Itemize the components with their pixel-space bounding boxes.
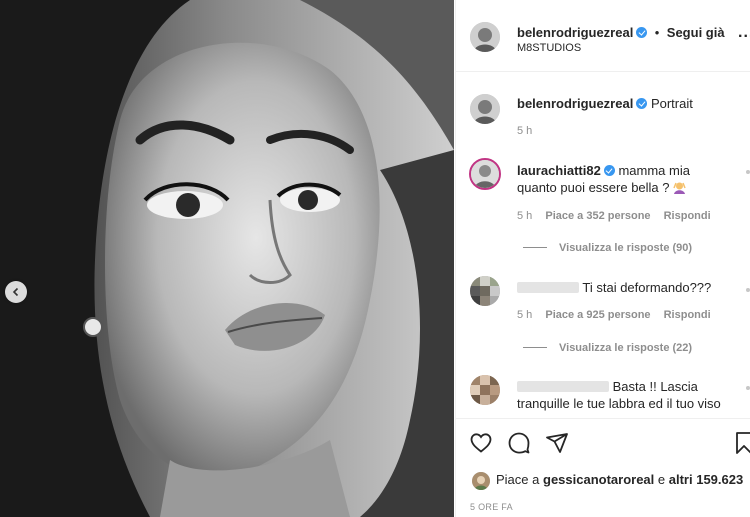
comment-body: Basta !! Lascia tranquille le tue labbra… [517,378,742,412]
view-replies-button[interactable]: Visualizza le risposte (90) [523,242,692,254]
post-photo[interactable] [0,0,454,517]
comment-body: Ti stai deformando??? [517,279,737,296]
comment-meta: 5 h Piace a 352 persone Rispondi [517,210,721,222]
post-side-panel: belenrodriguezreal • Segui già M8STUDIOS… [455,0,750,517]
like-button[interactable] [469,431,493,460]
separator-dot: • [654,25,660,40]
reply-button[interactable]: Rispondi [664,309,711,321]
post-actions-bar [456,418,750,468]
comment-avatar[interactable] [470,276,500,306]
likes-summary: Piace a gessicanotaroreal e altri 159.62… [496,472,743,487]
portrait-image [0,0,454,517]
comment-text: Ti stai deformando??? [582,280,712,295]
comment-likes[interactable]: Piace a 352 persone [545,210,650,222]
comment-time: 5 h [517,210,533,222]
comment-text-line2: quanto puoi essere bella ? [517,180,670,195]
likes-prefix: Piace a [496,472,540,487]
liker-avatar[interactable] [472,472,490,490]
likes-connector: e [657,472,666,487]
comment-button[interactable] [507,431,531,460]
likes-others-count[interactable]: altri 159.623 [669,472,743,487]
author-username[interactable]: belenrodriguezreal [517,25,633,40]
comment-avatar[interactable] [469,158,501,190]
reply-button[interactable]: Rispondi [664,210,711,222]
caption-text: Portrait [650,96,693,111]
send-icon [546,433,568,453]
verified-icon [603,165,615,176]
comment-options-icon[interactable] [746,170,750,174]
view-replies-label: Visualizza le risposte (90) [559,242,693,254]
comment-username[interactable]: laurachiatti82 [517,163,601,178]
comment-options-icon[interactable] [746,386,750,390]
comment-text-line2: tranquille le tue labbra ed il tuo viso [517,396,721,411]
follow-status-button[interactable]: Segui già [667,25,725,40]
post-header: belenrodriguezreal • Segui già M8STUDIOS… [456,0,750,72]
view-replies-label: Visualizza le risposte (22) [559,342,693,354]
share-button[interactable] [545,431,569,460]
comment-text-line1: mamma mia [618,163,690,178]
previous-photo-button[interactable] [5,281,27,303]
comment-icon [508,432,530,454]
comment-body: laurachiatti82 mamma mia quanto puoi ess… [517,162,737,196]
comment-options-icon[interactable] [746,288,750,292]
comment-time: 5 h [517,309,533,321]
comment-avatar[interactable] [470,375,500,405]
verified-icon [636,27,648,38]
chevron-left-icon [12,287,19,297]
instagram-post-view: belenrodriguezreal • Segui già M8STUDIOS… [0,0,750,517]
author-avatar[interactable] [470,22,500,52]
caption-avatar[interactable] [470,94,500,124]
liker-username[interactable]: gessicanotaroreal [543,472,654,487]
post-timestamp[interactable]: 5 ORE FA [470,502,513,512]
caption-time: 5 h [517,125,533,137]
redacted-username [517,282,579,293]
comment-meta: 5 h Piace a 925 persone Rispondi [517,309,721,321]
replies-divider [523,247,547,248]
comment-likes[interactable]: Piace a 925 persone [545,309,650,321]
heart-icon [470,433,492,453]
caption-username[interactable]: belenrodriguezreal [517,96,633,111]
save-button[interactable] [735,431,750,460]
caption: belenrodriguezreal Portrait [517,96,693,111]
verified-icon [636,98,648,109]
view-replies-button[interactable]: Visualizza le risposte (22) [523,342,692,354]
replies-divider [523,347,547,348]
more-options-button[interactable]: ... [738,24,750,42]
comment-text-line1: Basta !! Lascia [612,379,698,394]
bookmark-icon [736,432,750,454]
post-location[interactable]: M8STUDIOS [517,42,581,54]
person-gesturing-emoji-icon [673,182,686,194]
redacted-username [517,381,609,392]
